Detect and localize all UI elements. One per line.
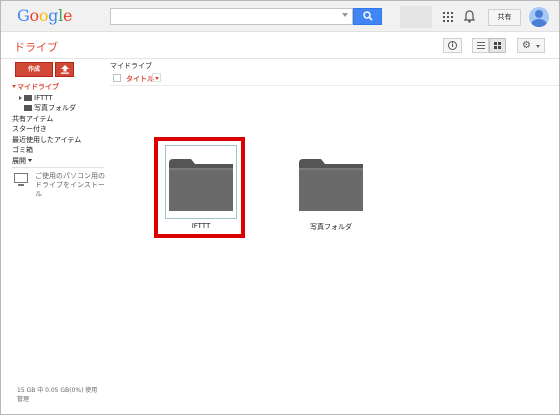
list-icon-line (477, 48, 485, 49)
chevron-down-icon (155, 77, 159, 80)
collapsed-arrow-icon[interactable] (19, 95, 22, 100)
chevron-down-icon (28, 158, 33, 162)
header-divider (1, 58, 559, 59)
chevron-down-icon (536, 45, 540, 48)
install-drive-link[interactable]: ご使用のパソコン用のドライブをインストール (14, 172, 106, 199)
logo-letter: g (48, 6, 59, 25)
sidebar-item-label: IFTTT (34, 93, 53, 102)
folder-tile-label[interactable]: 写真フォルダ (290, 222, 372, 232)
sidebar-item-recent[interactable]: 最近使用したアイテム (12, 135, 107, 146)
sidebar-item-label: 写真フォルダ (34, 104, 76, 112)
sidebar-item-my-drive[interactable]: マイドライブ (12, 82, 107, 93)
selection-highlight (154, 137, 245, 238)
sidebar-item-label: マイドライブ (17, 83, 59, 91)
expanded-arrow-icon[interactable] (12, 85, 16, 88)
list-view-button[interactable] (472, 38, 489, 53)
avatar-body (531, 19, 547, 27)
sidebar-item-starred[interactable]: スター付き (12, 124, 107, 135)
folder-icon (299, 159, 363, 211)
list-icon-line (477, 42, 485, 43)
storage-info: 15 GB 中 0.05 GB(0%) 使用 管理 (17, 386, 97, 404)
share-button[interactable]: 共有 (488, 9, 521, 26)
logo-letter: o (29, 6, 39, 25)
google-logo[interactable]: Google (17, 6, 72, 25)
search-input[interactable] (110, 8, 353, 25)
upload-button[interactable] (55, 62, 74, 77)
sidebar-item-expand[interactable]: 展開 (12, 156, 107, 167)
folder-icon (24, 94, 32, 101)
search-button[interactable] (353, 8, 382, 25)
search-icon (363, 11, 373, 21)
sidebar-item-shared[interactable]: 共有アイテム (12, 114, 107, 125)
sort-dropdown[interactable] (152, 73, 161, 82)
gear-icon: ⚙ (522, 40, 531, 51)
breadcrumb[interactable]: マイドライブ (110, 61, 152, 71)
info-icon: i (448, 41, 457, 50)
grid-view-button[interactable] (489, 38, 506, 53)
avatar-head (535, 10, 543, 18)
select-all-checkbox[interactable] (113, 74, 121, 82)
folder-tile-photos[interactable] (295, 145, 367, 219)
notifications-bell-icon[interactable] (464, 10, 475, 23)
apps-grid-icon[interactable] (443, 12, 453, 22)
logo-letter: o (38, 6, 49, 25)
account-placeholder (400, 6, 432, 28)
sidebar-item-trash[interactable]: ゴミ箱 (12, 145, 107, 156)
title-column-header[interactable]: タイトル (126, 74, 154, 84)
install-drive-text: ご使用のパソコン用のドライブをインストール (35, 172, 105, 198)
search-options-icon[interactable] (342, 13, 348, 17)
computer-icon (14, 173, 28, 183)
upload-icon (61, 65, 69, 74)
sidebar-folder-ifttt[interactable]: IFTTT (12, 93, 107, 104)
column-header: タイトル (110, 71, 559, 86)
manage-storage-link[interactable]: 管理 (17, 395, 97, 404)
create-button[interactable]: 作成 (15, 62, 53, 77)
logo-letter: e (62, 6, 73, 25)
sidebar-divider (12, 167, 104, 168)
computer-stand-icon (18, 184, 24, 186)
sidebar-folder-photos[interactable]: 写真フォルダ (12, 103, 107, 114)
folder-icon (24, 105, 32, 111)
window-frame (0, 0, 560, 415)
details-button[interactable]: i (443, 38, 462, 53)
logo-letter: G (17, 6, 30, 25)
top-bar: Google 共有 (1, 1, 559, 32)
app-title[interactable]: ドライブ (14, 39, 58, 55)
settings-button[interactable]: ⚙ (517, 38, 545, 53)
storage-usage-text: 15 GB 中 0.05 GB(0%) 使用 (17, 387, 98, 394)
sidebar-item-label: 展開 (12, 156, 26, 165)
sidebar-nav: マイドライブ IFTTT 写真フォルダ 共有アイテム スター付き 最近使用したア… (12, 82, 107, 166)
avatar[interactable] (529, 7, 549, 27)
list-icon-line (477, 45, 485, 46)
